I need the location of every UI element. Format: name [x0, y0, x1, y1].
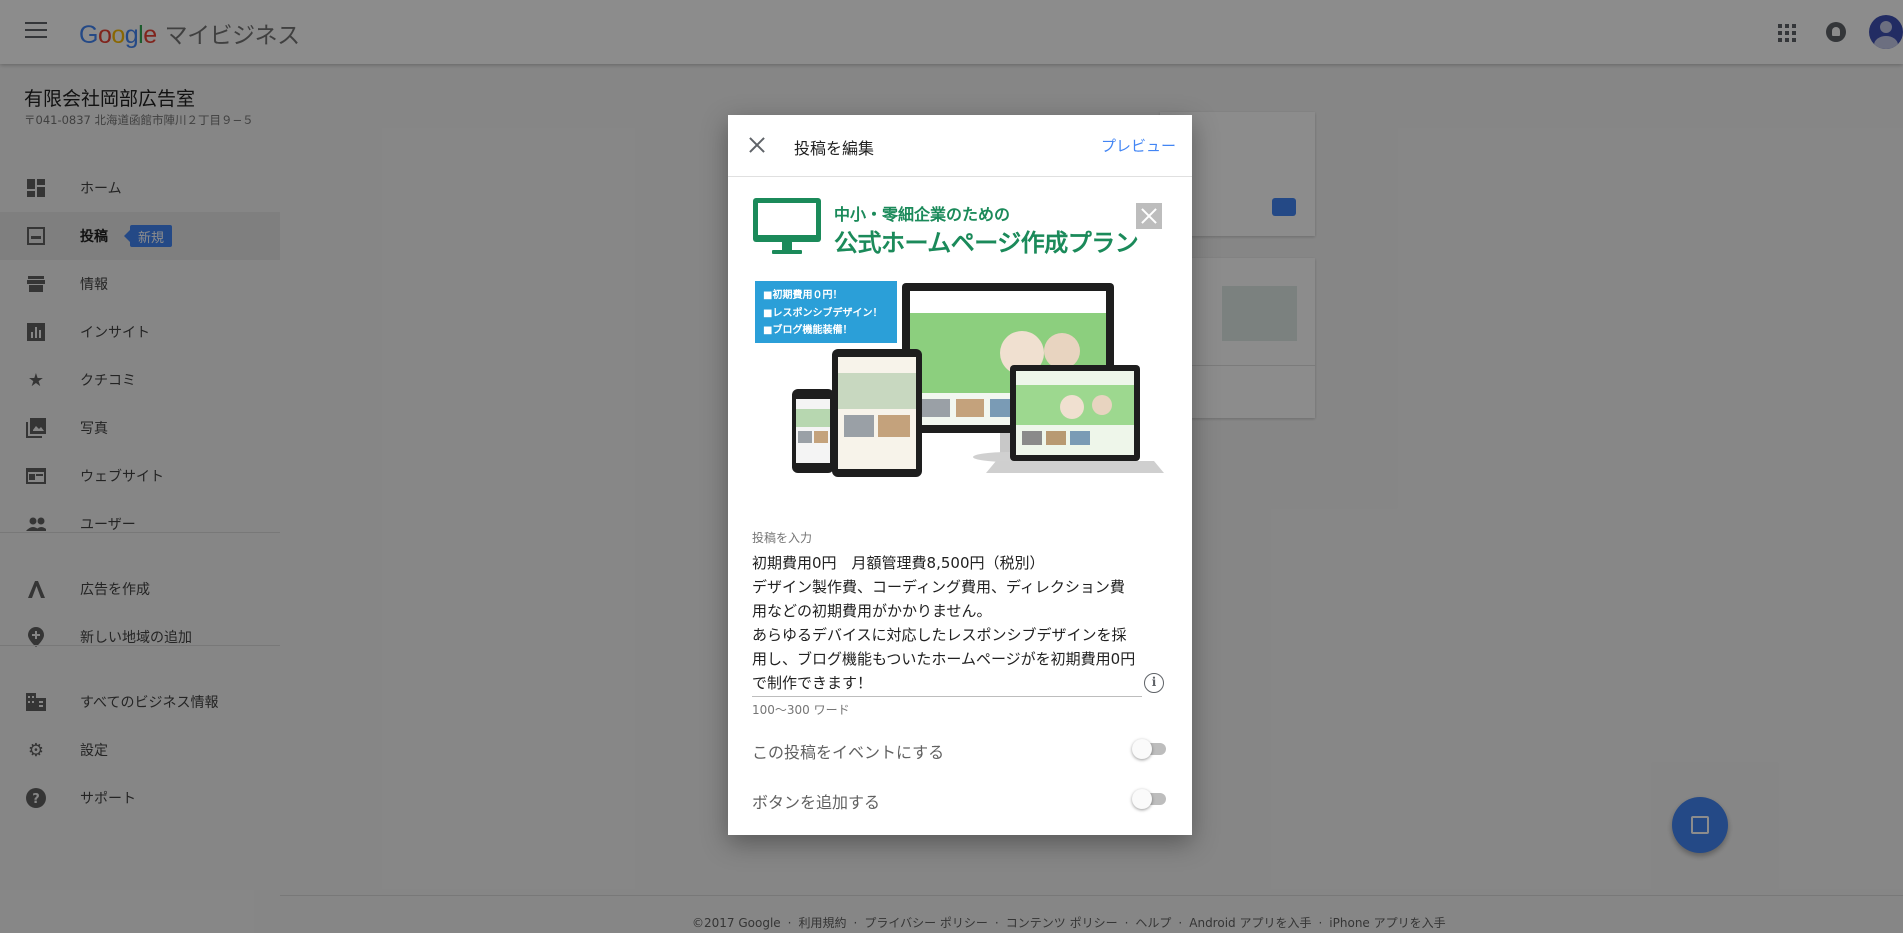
add-button-toggle-switch[interactable] — [1132, 789, 1168, 809]
monitor-icon — [753, 198, 821, 254]
info-icon[interactable]: i — [1144, 673, 1164, 693]
textarea-underline — [752, 696, 1142, 697]
preview-button[interactable]: プレビュー — [1101, 135, 1176, 156]
word-count-hint: 100〜300 ワード — [752, 703, 850, 717]
feature-item: ■ブログ機能装備！ — [763, 325, 853, 336]
post-image: 中小・零細企業のための 公式ホームページ作成プラン ■初期費用０円！ ■レスポン… — [752, 197, 1168, 507]
event-toggle-label: この投稿をイベントにする — [752, 743, 945, 762]
dialog-header: 投稿を編集 プレビュー — [728, 115, 1192, 177]
feature-item: ■レスポンシブデザイン！ — [763, 307, 883, 319]
edit-post-dialog: 投稿を編集 プレビュー 中小・零細企業のための 公式ホームページ作成プラン ■初… — [728, 115, 1192, 835]
post-field-label: 投稿を入力 — [752, 531, 813, 545]
event-toggle-row: この投稿をイベントにする — [752, 733, 1168, 763]
remove-image-icon[interactable] — [1136, 203, 1162, 229]
feature-item: ■初期費用０円！ — [763, 290, 843, 301]
button-toggle-row: ボタンを追加する — [752, 783, 1168, 813]
dialog-title: 投稿を編集 — [794, 139, 875, 158]
event-toggle-switch[interactable] — [1132, 739, 1168, 759]
banner-line1: 中小・零細企業のための — [834, 205, 1011, 224]
post-textarea[interactable]: 初期費用0円 月額管理費8,500円（税別） デザイン製作費、コーディング費用、… — [752, 551, 1137, 695]
close-icon[interactable] — [748, 136, 766, 154]
add-button-toggle-label: ボタンを追加する — [752, 793, 881, 812]
feature-box: ■初期費用０円！ ■レスポンシブデザイン！ ■ブログ機能装備！ — [755, 281, 897, 343]
banner-line2: 公式ホームページ作成プラン — [834, 229, 1139, 257]
